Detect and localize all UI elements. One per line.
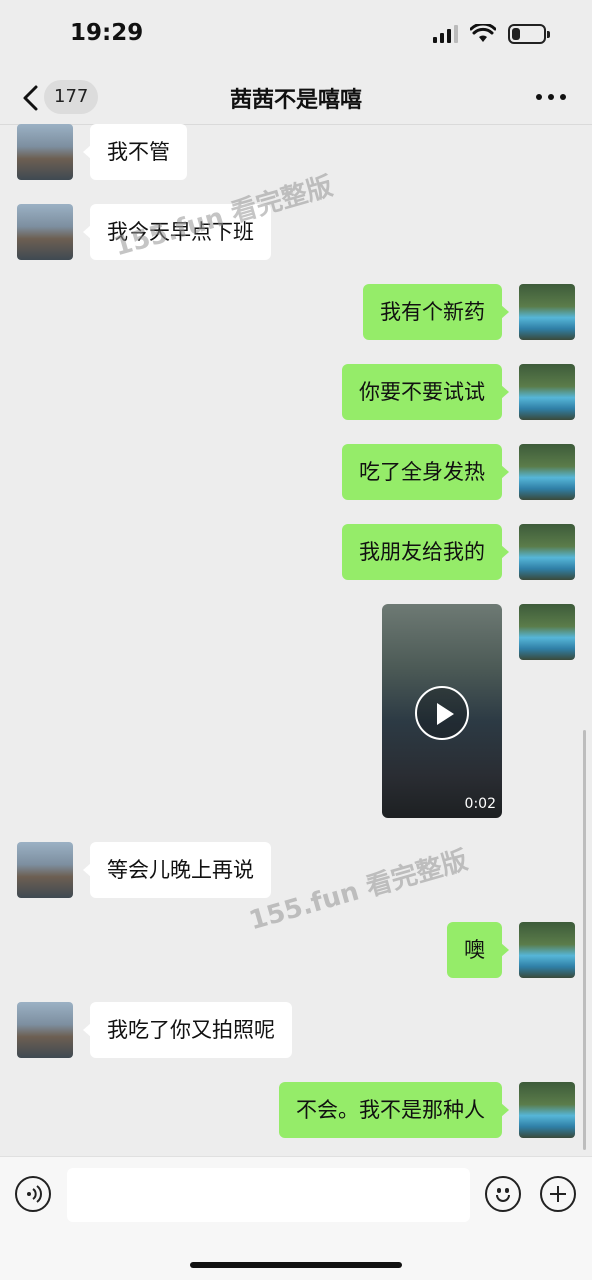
contact-avatar[interactable] bbox=[17, 1002, 73, 1058]
user-avatar[interactable] bbox=[519, 364, 575, 420]
battery-icon bbox=[508, 24, 550, 44]
status-bar: 19:29 bbox=[0, 0, 592, 70]
nav-divider bbox=[0, 124, 592, 125]
voice-icon[interactable] bbox=[15, 1176, 51, 1212]
user-avatar[interactable] bbox=[519, 1082, 575, 1138]
voice-icon-glyph bbox=[27, 1185, 42, 1203]
message-input[interactable] bbox=[67, 1168, 470, 1222]
plus-icon[interactable] bbox=[540, 1176, 576, 1212]
incoming-message[interactable]: 我今天早点下班 bbox=[83, 204, 271, 260]
user-avatar[interactable] bbox=[519, 604, 575, 660]
outgoing-message[interactable]: 吃了全身发热 bbox=[342, 444, 509, 500]
outgoing-message[interactable]: 不会。我不是那种人 bbox=[279, 1082, 509, 1138]
chat-title: 茜茜不是嘻嘻 bbox=[229, 88, 362, 113]
play-icon[interactable] bbox=[415, 686, 469, 740]
contact-avatar[interactable] bbox=[17, 204, 73, 260]
outgoing-message[interactable]: 噢 bbox=[447, 922, 509, 978]
status-time: 19:29 bbox=[70, 20, 144, 46]
emoji-icon[interactable] bbox=[485, 1176, 521, 1212]
wifi-icon bbox=[470, 24, 496, 42]
ellipsis-icon[interactable] bbox=[536, 94, 566, 100]
incoming-message[interactable]: 我吃了你又拍照呢 bbox=[83, 1002, 292, 1058]
status-icons bbox=[433, 24, 550, 44]
outgoing-message[interactable]: 我有个新药 bbox=[363, 284, 509, 340]
home-indicator[interactable] bbox=[190, 1262, 402, 1268]
user-avatar[interactable] bbox=[519, 922, 575, 978]
nav-bar: 177 茜茜不是嘻嘻 bbox=[0, 70, 592, 126]
contact-avatar[interactable] bbox=[17, 124, 73, 180]
scrollbar[interactable] bbox=[583, 730, 586, 1150]
video-message[interactable]: 0:02 bbox=[382, 604, 502, 818]
video-duration: 0:02 bbox=[464, 796, 496, 812]
outgoing-message[interactable]: 你要不要试试 bbox=[342, 364, 509, 420]
contact-avatar[interactable] bbox=[17, 842, 73, 898]
incoming-message[interactable]: 等会儿晚上再说 bbox=[83, 842, 271, 898]
user-avatar[interactable] bbox=[519, 444, 575, 500]
outgoing-message[interactable]: 我朋友给我的 bbox=[342, 524, 509, 580]
user-avatar[interactable] bbox=[519, 284, 575, 340]
user-avatar[interactable] bbox=[519, 524, 575, 580]
incoming-message[interactable]: 我不管 bbox=[83, 124, 187, 180]
watermark: 155.fun 看完整版 bbox=[245, 845, 472, 937]
cellular-signal-icon bbox=[433, 25, 458, 43]
